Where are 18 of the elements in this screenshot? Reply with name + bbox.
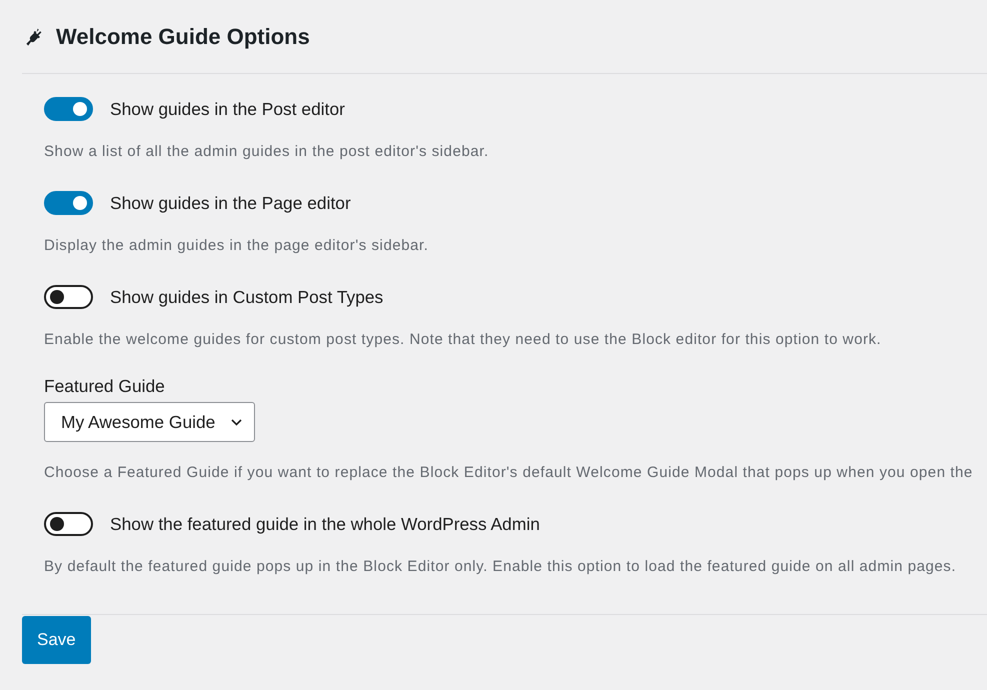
guide-select[interactable]: My Awesome Guide xyxy=(44,402,255,442)
chevron-down-icon xyxy=(231,418,242,426)
page-heading: Welcome Guide Options xyxy=(56,24,310,50)
toggle-label: Show the featured guide in the whole WordPress Admin xyxy=(110,513,540,535)
save-button[interactable]: Save xyxy=(22,616,91,664)
toggle-switch[interactable] xyxy=(44,512,93,536)
option-description: Enable the welcome guides for custom post types. Note that they need to use the Block editor for this option to work. xyxy=(44,330,882,350)
toggle-switch[interactable] xyxy=(44,97,93,121)
toggle-switch[interactable] xyxy=(44,285,93,309)
option-description: Choose a Featured Guide if you want to replace the Block Editor's default Welcome Guide Modal that pops up when you open the xyxy=(44,463,973,483)
toggle-label: Show guides in Custom Post Types xyxy=(110,286,384,308)
option-description: By default the featured guide pops up in the Block Editor only. Enable this option to load the featured guide on all admin pages. xyxy=(44,557,956,577)
option-description: Show a list of all the admin guides in the post editor's sidebar. xyxy=(44,142,489,162)
option-description: Display the admin guides in the page editor's sidebar. xyxy=(44,236,428,256)
select-label: Featured Guide xyxy=(44,375,165,397)
toggle-switch[interactable] xyxy=(44,191,93,215)
toggle-label: Show guides in the Post editor xyxy=(110,98,345,120)
toggle-label: Show guides in the Page editor xyxy=(110,192,351,214)
